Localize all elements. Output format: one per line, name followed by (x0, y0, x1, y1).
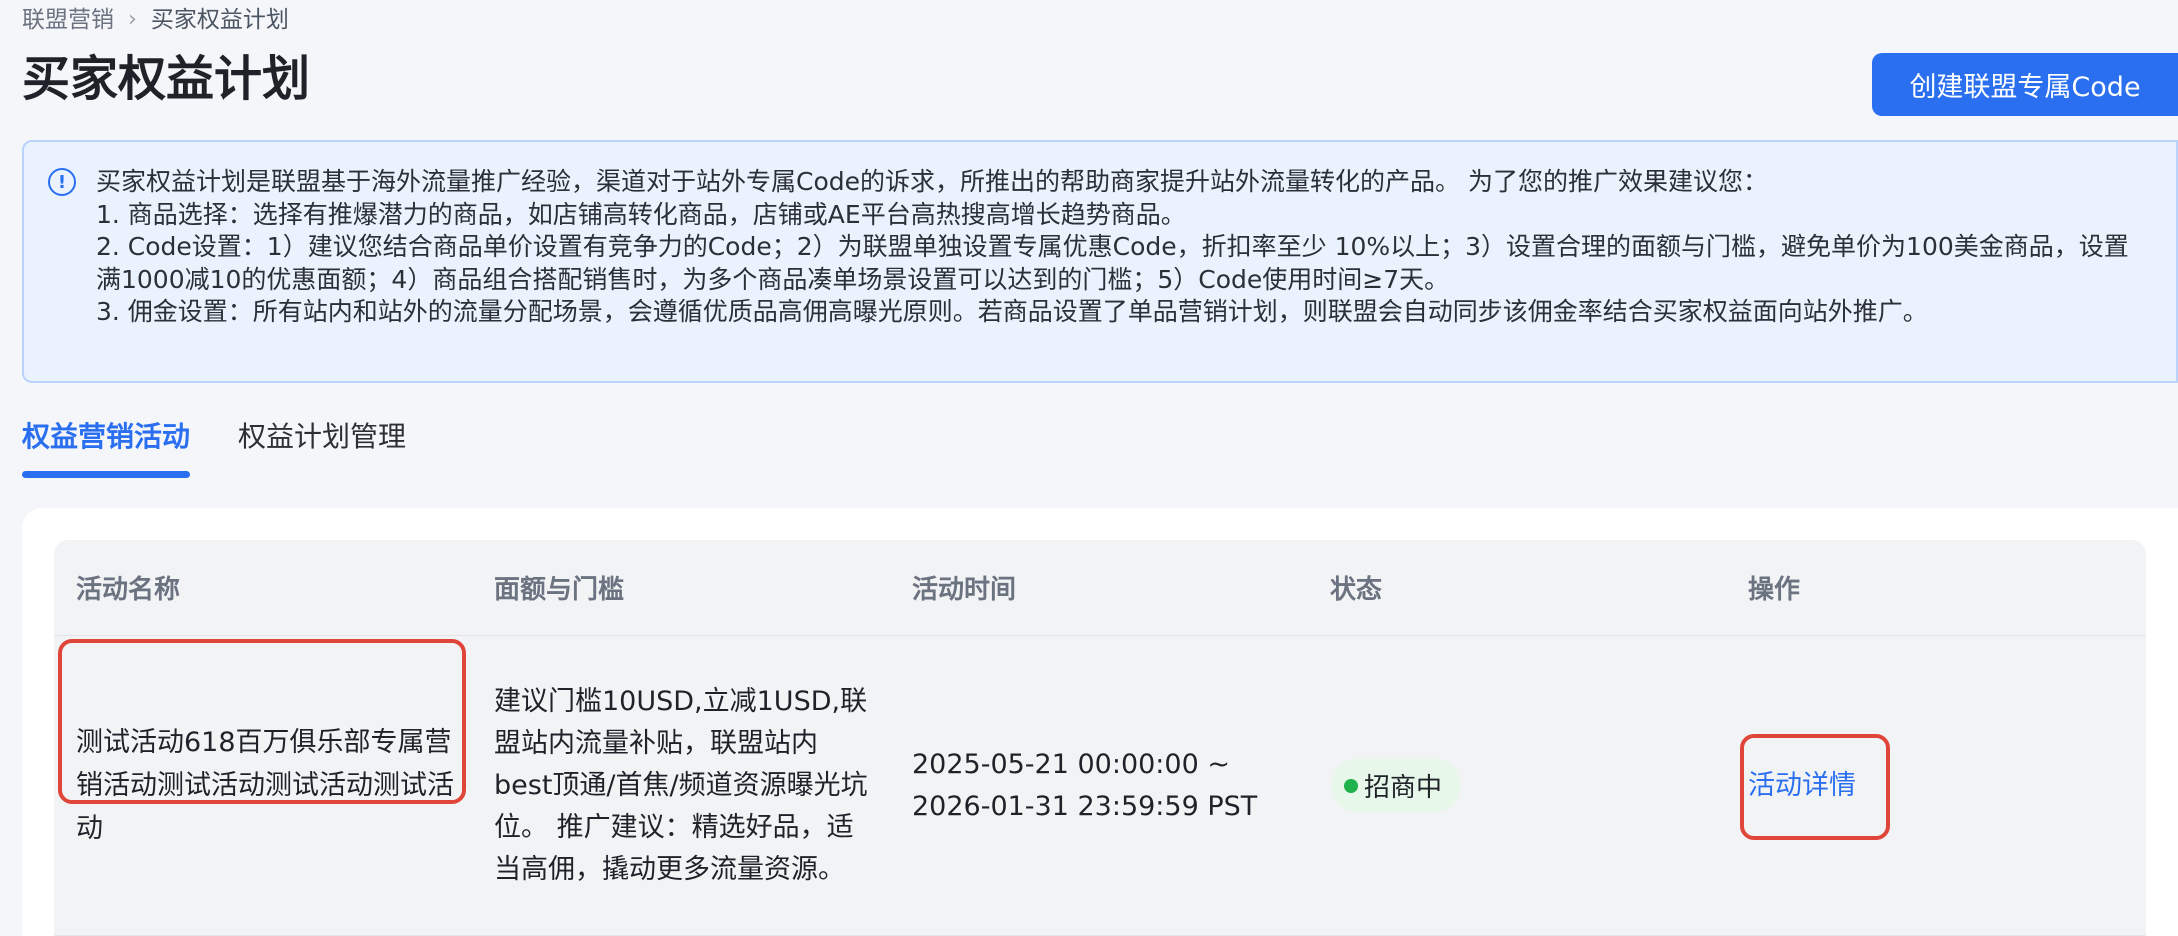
activity-details-label: 活动详情 (1748, 769, 1856, 801)
activity-details-link[interactable]: 活动详情 (1740, 733, 1890, 840)
column-header-activity-name: 活动名称 (76, 575, 181, 605)
page: 联盟营销 › 买家权益计划 买家权益计划 创建联盟专属Code ! 买家权益计划… (0, 0, 2178, 936)
alert-text: 买家权益计划是联盟基于海外流量推广经验，渠道对于站外专属Code的诉求，所推出的… (96, 166, 2136, 329)
action-cell: 活动详情 (1726, 733, 2146, 840)
breadcrumb-item-affiliate-marketing[interactable]: 联盟营销 (22, 4, 114, 36)
alert-line-commission-settings: 3. 佣金设置：所有站内和站外的流量分配场景，会遵循优质品高佣高曝光原则。若商品… (96, 297, 1928, 326)
activity-card: 活动名称 面额与门槛 活动时间 状态 操作 测试活动618百万俱乐部专属营销活动… (22, 508, 2178, 936)
status-dot-icon (1344, 778, 1358, 793)
time-cell: 2025-05-21 00:00:00 ~ 2026-01-31 23:59:5… (890, 744, 1308, 828)
chevron-right-icon: › (128, 7, 137, 32)
create-affiliate-code-button[interactable]: 创建联盟专属Code (1872, 53, 2178, 116)
status-cell: 招商中 (1308, 759, 1726, 812)
alert-line-intro: 买家权益计划是联盟基于海外流量推广经验，渠道对于站外专属Code的诉求，所推出的… (96, 167, 1768, 196)
tab-benefit-plan-management[interactable]: 权益计划管理 (238, 412, 406, 476)
threshold-cell: 建议门槛10USD,立减1USD,联盟站内流量补贴，联盟站内best顶通/首焦/… (472, 681, 890, 891)
alert-line-product-selection: 1. 商品选择：选择有推爆潜力的商品，如店铺高转化商品，店铺或AE平台高热搜高增… (96, 199, 1186, 229)
time-start: 2025-05-21 00:00:00 ~ (912, 748, 1230, 780)
breadcrumb: 联盟营销 › 买家权益计划 (22, 4, 289, 36)
table-header: 活动名称 面额与门槛 活动时间 状态 操作 (54, 540, 2146, 636)
alert-line-code-settings: 2. Code设置：1）建议您结合商品单价设置有竞争力的Code；2）为联盟单独… (96, 232, 2129, 294)
column-header-activity-time: 活动时间 (912, 575, 1017, 605)
status-label: 招商中 (1364, 773, 1443, 803)
activity-table: 活动名称 面额与门槛 活动时间 状态 操作 测试活动618百万俱乐部专属营销活动… (54, 540, 2146, 936)
status-badge: 招商中 (1332, 759, 1461, 812)
info-icon: ! (48, 168, 76, 196)
column-header-status: 状态 (1330, 575, 1383, 605)
column-header-actions: 操作 (1748, 575, 1801, 605)
breadcrumb-item-current: 买家权益计划 (150, 7, 289, 33)
tab-benefit-marketing-activities[interactable]: 权益营销活动 (22, 412, 191, 478)
activity-name-cell: 测试活动618百万俱乐部专属营销活动测试活动测试活动测试活动 (54, 639, 472, 850)
page-title: 买家权益计划 (22, 51, 311, 107)
table-row: 测试活动618百万俱乐部专属营销活动测试活动测试活动测试活动 建议门槛10USD… (54, 636, 2146, 936)
activity-name: 测试活动618百万俱乐部专属营销活动测试活动测试活动测试活动 (76, 727, 454, 844)
time-end: 2026-01-31 23:59:59 PST (912, 790, 1258, 822)
tab-bar: 权益营销活动 权益计划管理 (22, 412, 406, 478)
info-alert: ! 买家权益计划是联盟基于海外流量推广经验，渠道对于站外专属Code的诉求，所推… (22, 140, 2178, 383)
column-header-amount-threshold: 面额与门槛 (494, 575, 625, 605)
threshold-text: 建议门槛10USD,立减1USD,联盟站内流量补贴，联盟站内best顶通/首焦/… (494, 685, 868, 885)
